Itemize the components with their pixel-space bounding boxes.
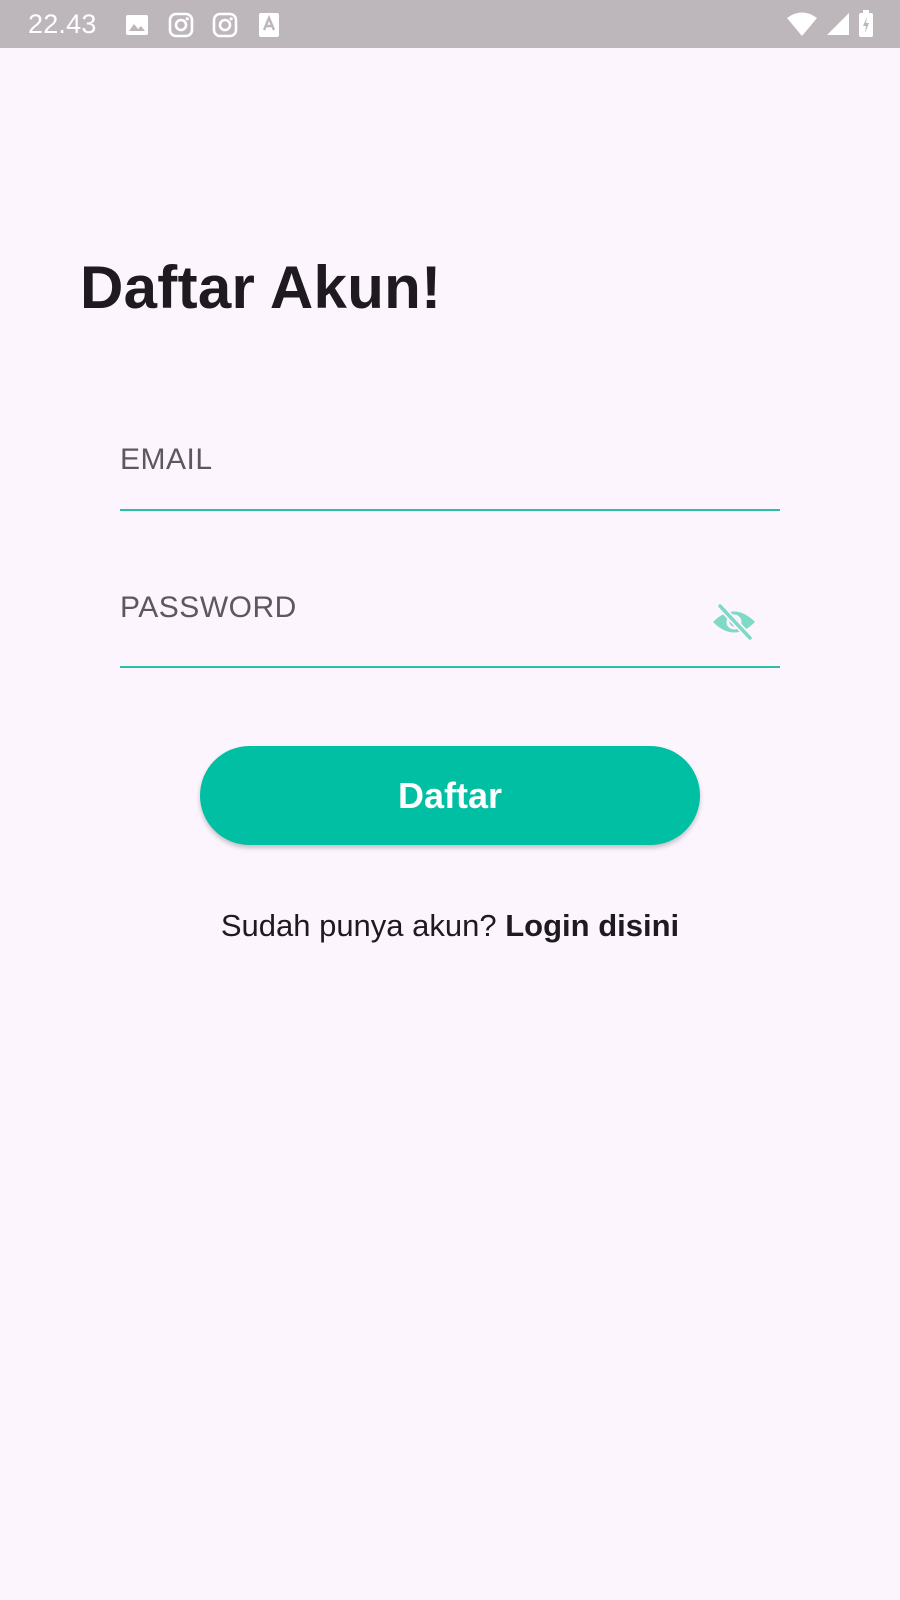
image-icon (122, 10, 152, 40)
register-button[interactable]: Daftar (200, 746, 700, 845)
login-link[interactable]: Login disini (505, 908, 679, 943)
visibility-off-icon[interactable] (710, 598, 758, 646)
text-accessibility-icon (254, 10, 284, 40)
password-field[interactable]: PASSWORD (120, 580, 780, 668)
battery-charging-icon (858, 10, 874, 43)
instagram-icon (210, 10, 240, 40)
email-field[interactable]: EMAIL (120, 425, 780, 511)
wifi-icon (786, 11, 818, 42)
page-title: Daftar Akun! (80, 254, 442, 321)
login-prompt-text: Sudah punya akun? (220, 908, 506, 943)
instagram-icon (166, 10, 196, 40)
status-bar: 22.43 (0, 0, 900, 48)
notification-icons (122, 10, 284, 40)
system-icons (786, 10, 874, 43)
password-field-label: PASSWORD (120, 591, 297, 624)
signal-icon (826, 12, 850, 41)
login-prompt: Sudah punya akun? Login disini (0, 908, 900, 944)
email-field-label: EMAIL (120, 443, 213, 476)
status-time: 22.43 (28, 9, 97, 39)
